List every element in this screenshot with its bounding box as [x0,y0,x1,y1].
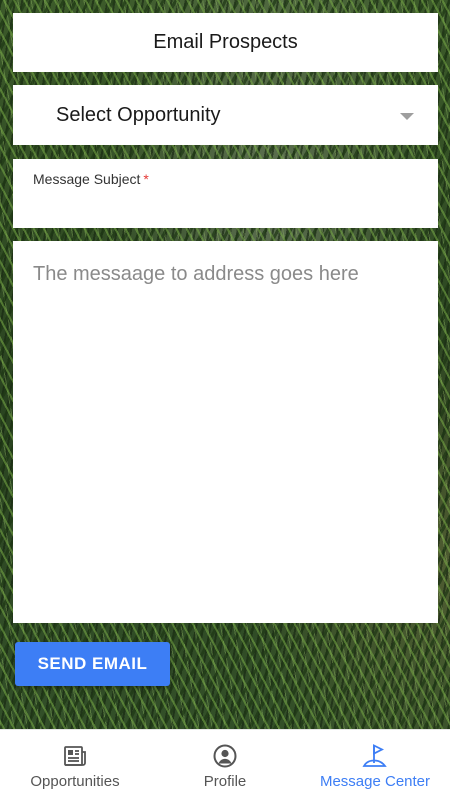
message-textarea[interactable] [33,263,418,601]
newspaper-icon [64,746,86,766]
opportunity-select-value: Select Opportunity [56,103,221,126]
tab-message-center[interactable]: Message Center [300,730,450,800]
tab-profile-label: Profile [203,773,247,790]
user-circle-icon [213,744,237,768]
required-asterisk: * [143,171,149,187]
subject-field[interactable]: Message Subject * [13,159,438,228]
tab-opportunities-label: Opportunities [30,773,120,790]
flag-icon [362,744,387,767]
dropdown-caret-icon[interactable] [400,112,414,120]
send-email-button[interactable]: SEND EMAIL [15,642,170,686]
header-bar: Email Prospects [13,13,438,72]
opportunity-select[interactable]: Select Opportunity [13,85,438,145]
subject-label: Message Subject [33,171,141,187]
page-title: Email Prospects [153,31,298,53]
tab-message-center-label: Message Center [319,773,431,790]
message-field[interactable] [13,241,438,623]
tab-profile[interactable]: Profile [150,730,300,800]
bottom-tab-bar: Opportunities Profile Message Center [0,729,450,800]
tab-opportunities[interactable]: Opportunities [0,730,150,800]
subject-input[interactable] [33,195,418,213]
